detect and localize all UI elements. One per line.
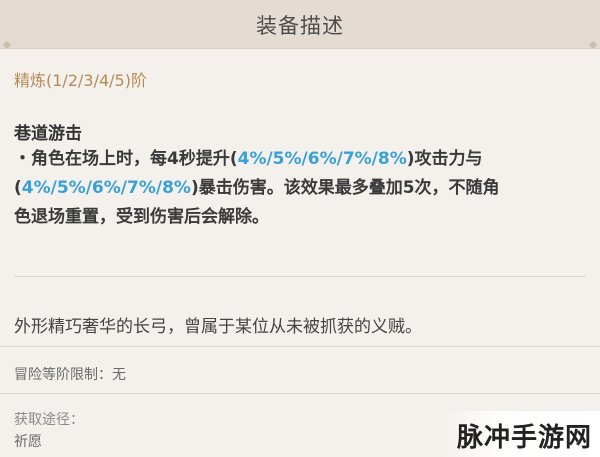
passive-name: 巷道游击 (14, 124, 82, 144)
passive-highlight: 4%/5%/6%/7%/8% (237, 149, 407, 169)
row-divider (0, 393, 600, 394)
corner-ornament-right-icon (588, 40, 598, 50)
refinement-label: 精炼(1/2/3/4/5)阶 (14, 71, 147, 90)
watermark-text: 脉冲手游网 (456, 423, 592, 453)
passive-text: )暴击伤害。该效果最多叠加5次，不随角 (190, 178, 500, 198)
passive-text: ・角色在场上时，每4秒提升( (14, 149, 238, 169)
passive-text: ( (14, 178, 22, 198)
section-divider (14, 276, 586, 277)
panel-title: 装备描述 (256, 14, 344, 38)
panel-header: 装备描述 (0, 0, 600, 50)
corner-ornament-left-icon (2, 40, 12, 50)
watermark-logo: 脉冲手游网 (440, 411, 600, 457)
source-value: 祈愿 (14, 434, 42, 450)
passive-line-3: 色退场重置，受到伤害后会解除。 (14, 207, 269, 227)
row-divider (0, 346, 600, 347)
source-label: 获取途径： (14, 412, 84, 428)
passive-text: )攻击力与 (406, 149, 483, 169)
passive-highlight: 4%/5%/6%/7%/8% (21, 178, 191, 198)
passive-description: ・角色在场上时，每4秒提升(4%/5%/6%/7%/8%)攻击力与 (4%/5%… (14, 145, 584, 232)
adventure-rank-limit: 冒险等阶限制：无 (14, 367, 126, 383)
lore-text: 外形精巧奢华的长弓，曾属于某位从未被抓获的义贼。 (14, 317, 422, 337)
passive-line-1: ・角色在场上时，每4秒提升(4%/5%/6%/7%/8%)攻击力与 (14, 145, 584, 174)
passive-line-2: (4%/5%/6%/7%/8%)暴击伤害。该效果最多叠加5次，不随角 (14, 174, 584, 203)
weapon-detail-panel: 装备描述 精炼(1/2/3/4/5)阶 巷道游击 ・角色在场上时，每4秒提升(4… (0, 0, 600, 457)
